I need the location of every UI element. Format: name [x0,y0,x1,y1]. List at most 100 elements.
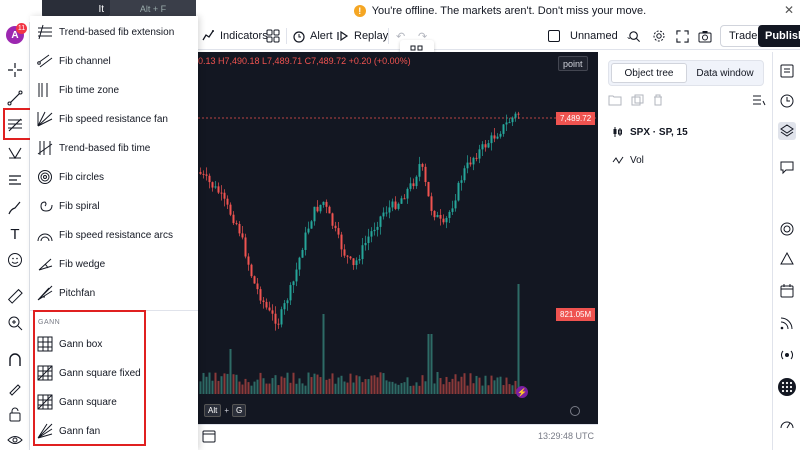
menu-item-fib-fan[interactable]: Fib speed resistance fan [30,105,198,133]
hide-drawings-tool[interactable] [5,430,25,450]
menu-item-fib-channel[interactable]: Fib channel [30,47,198,75]
candle-body [328,206,331,214]
tree-item-symbol[interactable]: SPX · SP, 15 [612,126,688,138]
candle-body [223,192,226,199]
layers-settings-icon[interactable] [752,94,766,106]
icons-tool[interactable] [5,250,25,270]
publish-label: Publish [765,30,800,42]
gear-icon [653,30,665,42]
candle-body [448,211,451,218]
snapshot-button[interactable] [698,27,712,45]
help-button[interactable] [778,416,796,434]
pencil-lock-icon [9,384,21,396]
point-button[interactable]: point [558,56,588,71]
calendar-button[interactable] [778,282,796,300]
candle-body [325,201,328,207]
menu-item-fib-arcs[interactable]: Fib speed resistance arcs [30,221,198,249]
ideas-button[interactable] [778,250,796,268]
indicators-button[interactable]: Indicators [202,27,268,45]
fib-tools-group[interactable] [5,115,25,135]
price-chart[interactable] [198,52,598,424]
menu-item-pitchfan[interactable]: Pitchfan [30,279,198,307]
candle-body [502,124,505,134]
volume-bar [247,382,250,394]
layout-name-button[interactable]: Unnamed ⌄ [548,27,632,45]
measure-tool[interactable] [5,286,25,306]
candle-body [364,242,367,246]
news-button[interactable] [778,314,796,332]
line-icon [612,156,624,164]
alerts-button[interactable] [778,92,796,110]
volume-bar [205,376,208,394]
streams-button[interactable] [778,346,796,364]
pitchfan-icon [37,285,53,301]
menu-item-fib-time-zone[interactable]: Fib time zone [30,76,198,104]
fullscreen-button[interactable] [676,27,689,45]
menu-item-fib-wedge[interactable]: Fib wedge [30,250,198,278]
layout-checkbox[interactable] [548,30,560,42]
watchlist-icon [780,64,794,78]
pattern-tools-group[interactable] [5,143,25,163]
zoom-tool[interactable] [5,313,25,333]
menu-item-fib-spiral[interactable]: Fib spiral [30,192,198,220]
lightning-icon[interactable]: ⚡ [516,386,528,398]
magnet-tool[interactable] [5,350,25,370]
volume-bar [436,372,439,394]
tree-item-volume[interactable]: Vol [612,154,644,166]
menu-item-gann-square[interactable]: Gann square [30,388,198,416]
volume-bar [229,349,232,394]
object-tree-button[interactable] [778,122,796,140]
chats-button[interactable] [778,158,796,176]
tab-data-window[interactable]: Data window [687,63,763,83]
candle-body [337,228,340,235]
candle-body [517,113,520,115]
quick-search-button[interactable] [628,27,641,45]
volume-bar [493,380,496,394]
replay-button[interactable]: Replay [336,27,388,45]
candle-body [478,149,481,159]
tab-object-tree[interactable]: Object tree [611,63,687,83]
text-tool[interactable]: T [5,224,25,244]
volume-bar [496,377,499,394]
menu-item-fib-extension[interactable]: Trend-based fib extension [30,18,198,46]
lock-drawings-tool[interactable] [5,404,25,424]
indicators-label: Indicators [220,30,268,42]
calendar-goto-icon[interactable] [202,429,216,443]
candle-body [322,201,325,205]
candle-body [361,245,364,260]
publish-button[interactable]: Publish [758,25,800,47]
candle-body [346,255,349,257]
crosshair-tool[interactable] [5,60,25,80]
menu-item-gann-box[interactable]: Gann box [30,330,198,358]
plus-sign: + [224,406,230,415]
volume-bar [304,385,307,394]
fullscreen-icon [676,29,689,43]
menu-item-gann-fan[interactable]: Gann fan [30,417,198,445]
brush-tools-group[interactable] [5,198,25,218]
chart-settings-icon[interactable] [570,406,580,416]
close-banner-icon[interactable]: ✕ [784,3,794,17]
gann-section-label: GANN [38,319,61,326]
copy-icon[interactable] [630,94,644,106]
replay-label: Replay [354,30,389,42]
menu-item-fib-circles[interactable]: Fib circles [30,163,198,191]
alert-button[interactable]: Alert [292,27,333,45]
add-folder-icon[interactable] [608,94,622,106]
delete-icon[interactable] [652,94,664,106]
volume-bar [298,378,301,394]
volume-bar [370,375,373,394]
forecast-tools-group[interactable] [5,170,25,190]
volume-bar [319,377,322,394]
hotlists-button[interactable] [778,220,796,238]
menu-item-gann-square-fixed[interactable]: Gann square fixed [30,359,198,387]
stay-in-drawing-tool[interactable] [5,378,25,398]
menu-item-fib-time[interactable]: Trend-based fib time [30,134,198,162]
layouts-button[interactable] [266,27,280,45]
watchlist-button[interactable] [778,62,796,80]
candle-body [454,200,457,209]
candle-body [451,208,454,212]
settings-button[interactable] [652,27,666,45]
trend-line-tool[interactable] [5,88,25,108]
products-button[interactable] [778,378,796,396]
volume-bar [463,373,466,394]
